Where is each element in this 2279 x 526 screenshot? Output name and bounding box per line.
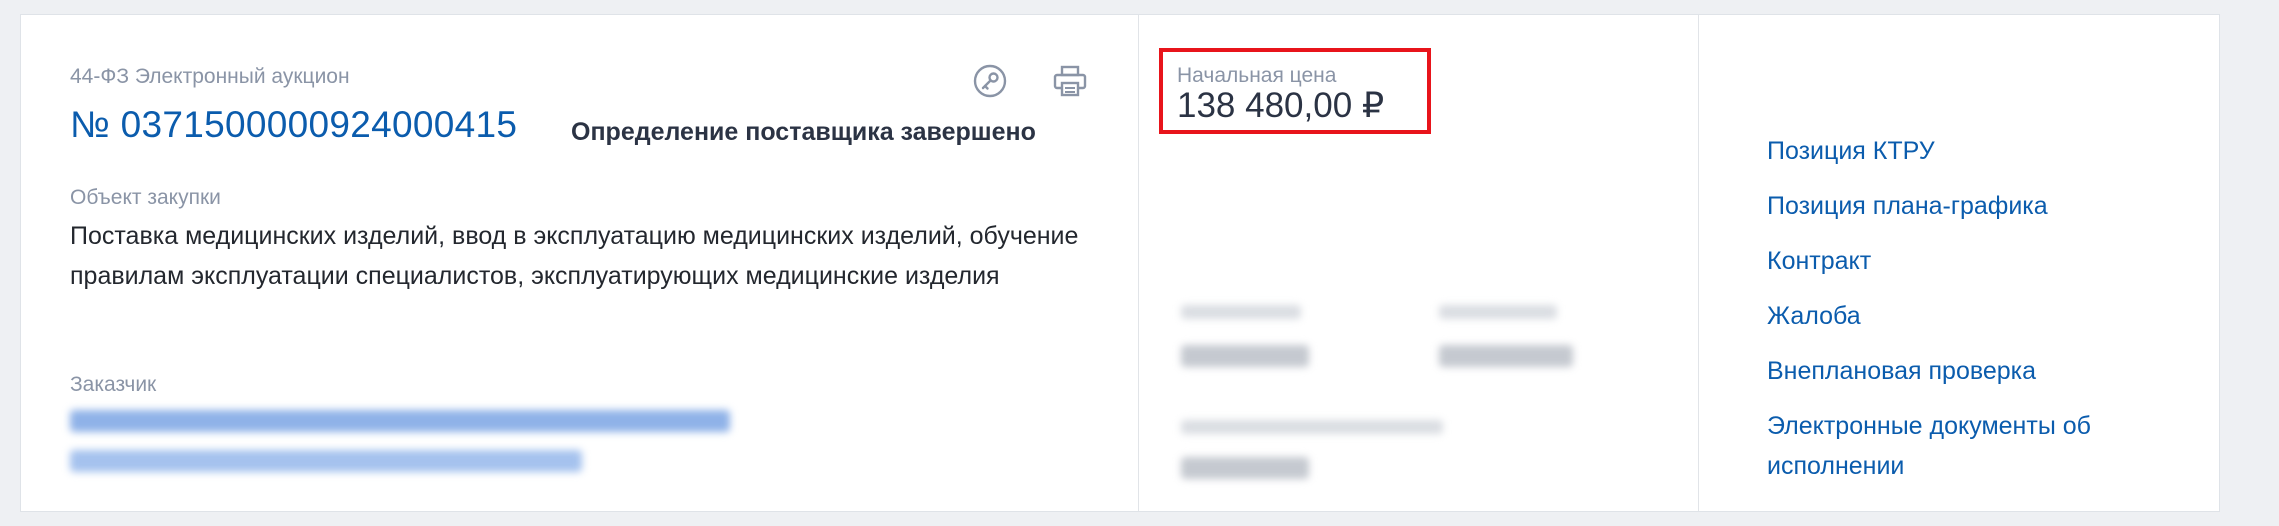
related-links-section: Позиция КТРУ Позиция плана-графика Контр… bbox=[1699, 15, 2221, 511]
deadline-label-redacted bbox=[1181, 420, 1443, 434]
purchase-info-section: 44-ФЗ Электронный аукцион № 037150000092… bbox=[21, 15, 1139, 511]
customer-label: Заказчик bbox=[70, 373, 157, 396]
posted-date-redacted bbox=[1181, 345, 1309, 367]
link-unscheduled-inspection[interactable]: Внеплановая проверка bbox=[1767, 351, 2187, 391]
customer-name-redacted-line2[interactable] bbox=[70, 450, 582, 472]
purchase-number-link[interactable]: № 0371500000924000415 bbox=[70, 104, 517, 146]
initial-price-label: Начальная цена bbox=[1177, 64, 1337, 87]
customer-name-redacted[interactable] bbox=[70, 410, 730, 432]
purchase-object-text: Поставка медицинских изделий, ввод в экс… bbox=[70, 222, 1079, 290]
updated-date-label-redacted bbox=[1439, 305, 1557, 319]
link-ktru-position[interactable]: Позиция КТРУ bbox=[1767, 131, 2187, 171]
posted-date-label-redacted bbox=[1181, 305, 1301, 319]
link-contract[interactable]: Контракт bbox=[1767, 241, 2187, 281]
link-complaint[interactable]: Жалоба bbox=[1767, 296, 2187, 336]
initial-price-highlight: Начальная цена 138 480,00 ₽ bbox=[1159, 48, 1431, 134]
related-links-list: Позиция КТРУ Позиция плана-графика Контр… bbox=[1767, 131, 2187, 501]
purchase-card: 44-ФЗ Электронный аукцион № 037150000092… bbox=[20, 14, 2220, 512]
purchase-status: Определение поставщика завершено bbox=[571, 118, 1036, 146]
purchase-object-label: Объект закупки bbox=[70, 186, 221, 209]
link-electronic-execution-documents[interactable]: Электронные документы об исполнении bbox=[1767, 406, 2187, 486]
price-section: Начальная цена 138 480,00 ₽ bbox=[1139, 15, 1699, 511]
deadline-date-redacted bbox=[1181, 457, 1309, 479]
initial-price-value: 138 480,00 ₽ bbox=[1177, 86, 1385, 125]
law-type-label: 44-ФЗ Электронный аукцион bbox=[70, 65, 350, 88]
updated-date-redacted bbox=[1439, 345, 1573, 367]
printer-icon[interactable] bbox=[1049, 60, 1091, 102]
key-icon[interactable] bbox=[969, 60, 1011, 102]
link-schedule-plan-position[interactable]: Позиция плана-графика bbox=[1767, 186, 2187, 226]
